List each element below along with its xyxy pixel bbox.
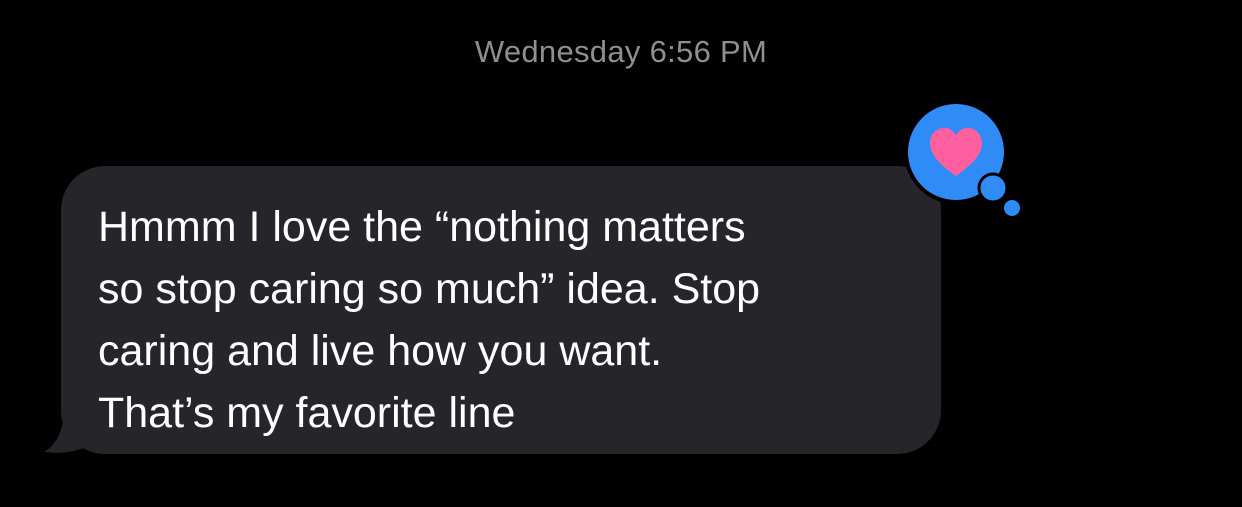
message-bubble[interactable]: Hmmm I love the “nothing matters so stop…	[61, 166, 941, 454]
heart-tapback-badge[interactable]	[904, 100, 1026, 222]
message-timestamp: Wednesday 6:56 PM	[474, 34, 768, 69]
message-text: Hmmm I love the “nothing matters so stop…	[98, 203, 761, 437]
